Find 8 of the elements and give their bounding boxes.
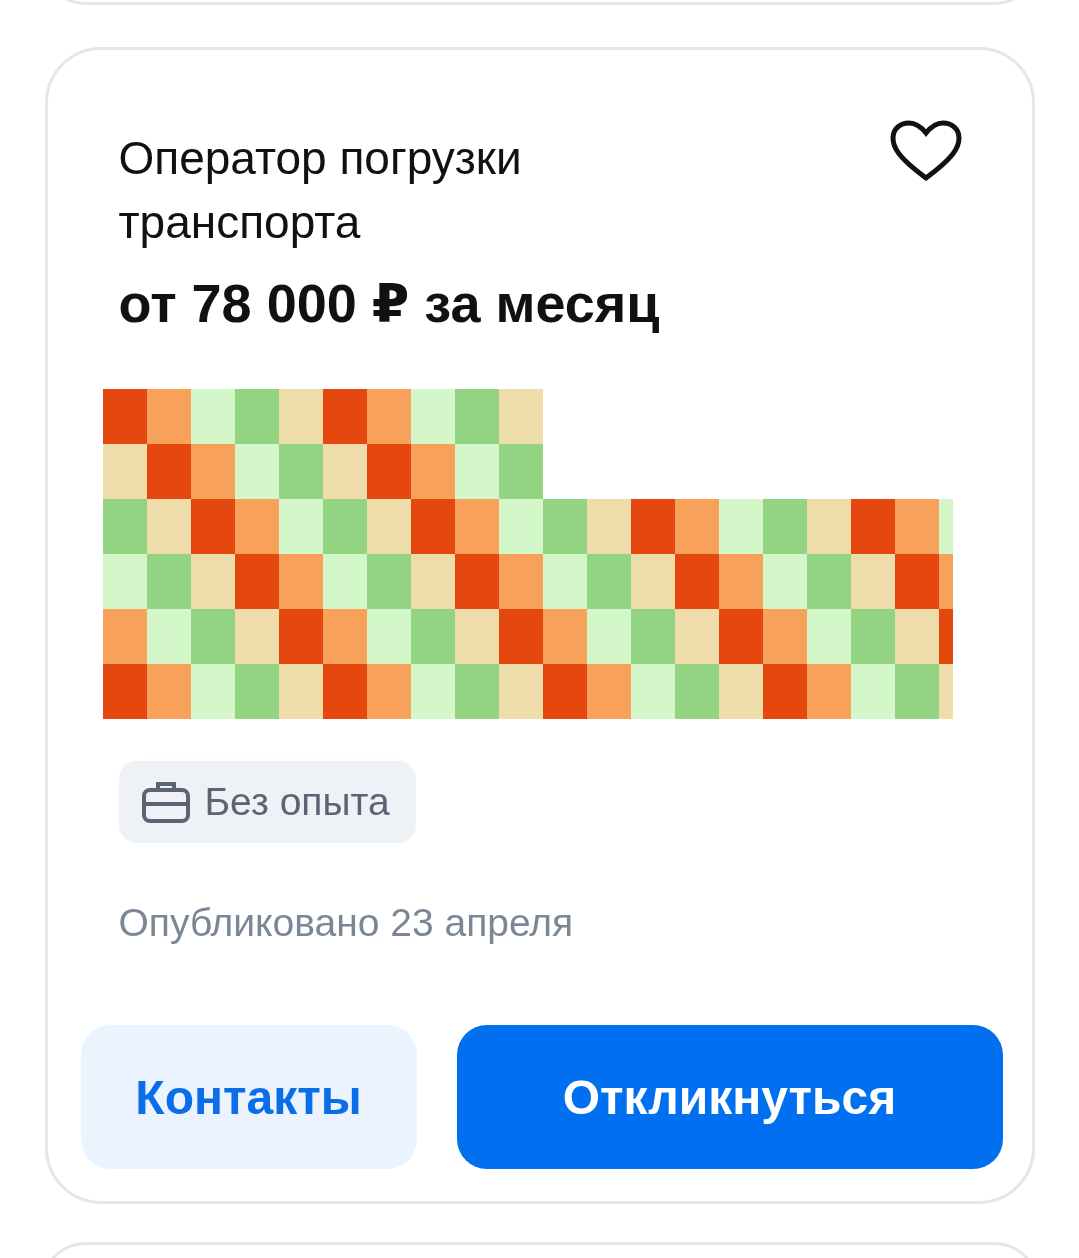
heart-icon[interactable]: [888, 120, 963, 184]
vacancy-title: Оператор погрузки транспорта: [118, 131, 523, 250]
contacts-button[interactable]: Контакты: [80, 1025, 417, 1169]
published-date: Опубликовано 23 апреля: [118, 901, 575, 945]
respond-button[interactable]: Откликнуться: [456, 1025, 1003, 1169]
tag-label: Без опыта: [204, 780, 390, 824]
briefcase-icon: [140, 780, 191, 824]
salary-text: от 78 000 ₽ за месяц: [118, 272, 661, 335]
